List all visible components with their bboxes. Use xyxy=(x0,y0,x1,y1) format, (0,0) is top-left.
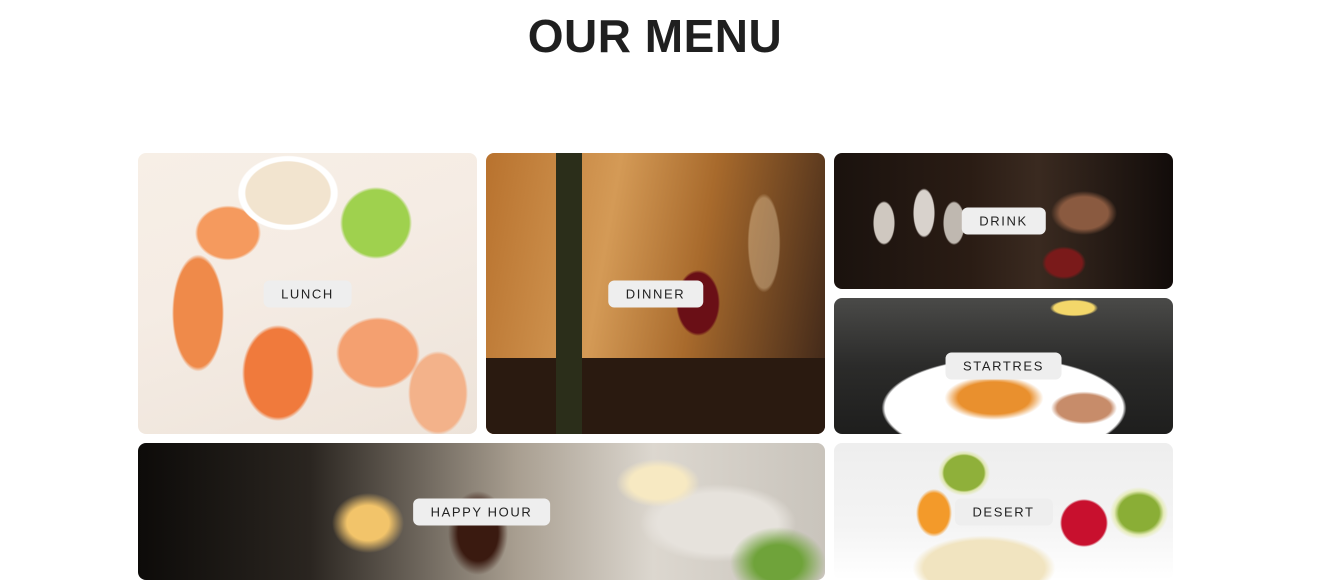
menu-tile-drink[interactable]: DRINK xyxy=(834,153,1173,289)
menu-tile-startres[interactable]: STARTRES xyxy=(834,298,1173,434)
menu-tile-label-desert[interactable]: DESERT xyxy=(954,498,1053,525)
menu-tile-desert[interactable]: DESERT xyxy=(834,443,1173,580)
page-title: OUR MENU xyxy=(527,10,783,62)
menu-tile-lunch[interactable]: LUNCH xyxy=(138,153,477,434)
menu-tile-label-lunch[interactable]: LUNCH xyxy=(263,280,352,307)
menu-tile-label-startres[interactable]: STARTRES xyxy=(945,352,1062,380)
menu-tile-label-dinner[interactable]: DINNER xyxy=(607,280,704,307)
menu-tile-dinner[interactable]: DINNER xyxy=(486,153,825,434)
menu-tile-label-drink[interactable]: DRINK xyxy=(961,207,1046,235)
menu-page: OUR MENU LUNCH DINNER DRINK STARTRES HAP… xyxy=(0,0,1320,588)
menu-tile-happy-hour[interactable]: HAPPY HOUR xyxy=(138,443,825,580)
menu-tile-label-happy-hour[interactable]: HAPPY HOUR xyxy=(412,498,551,525)
